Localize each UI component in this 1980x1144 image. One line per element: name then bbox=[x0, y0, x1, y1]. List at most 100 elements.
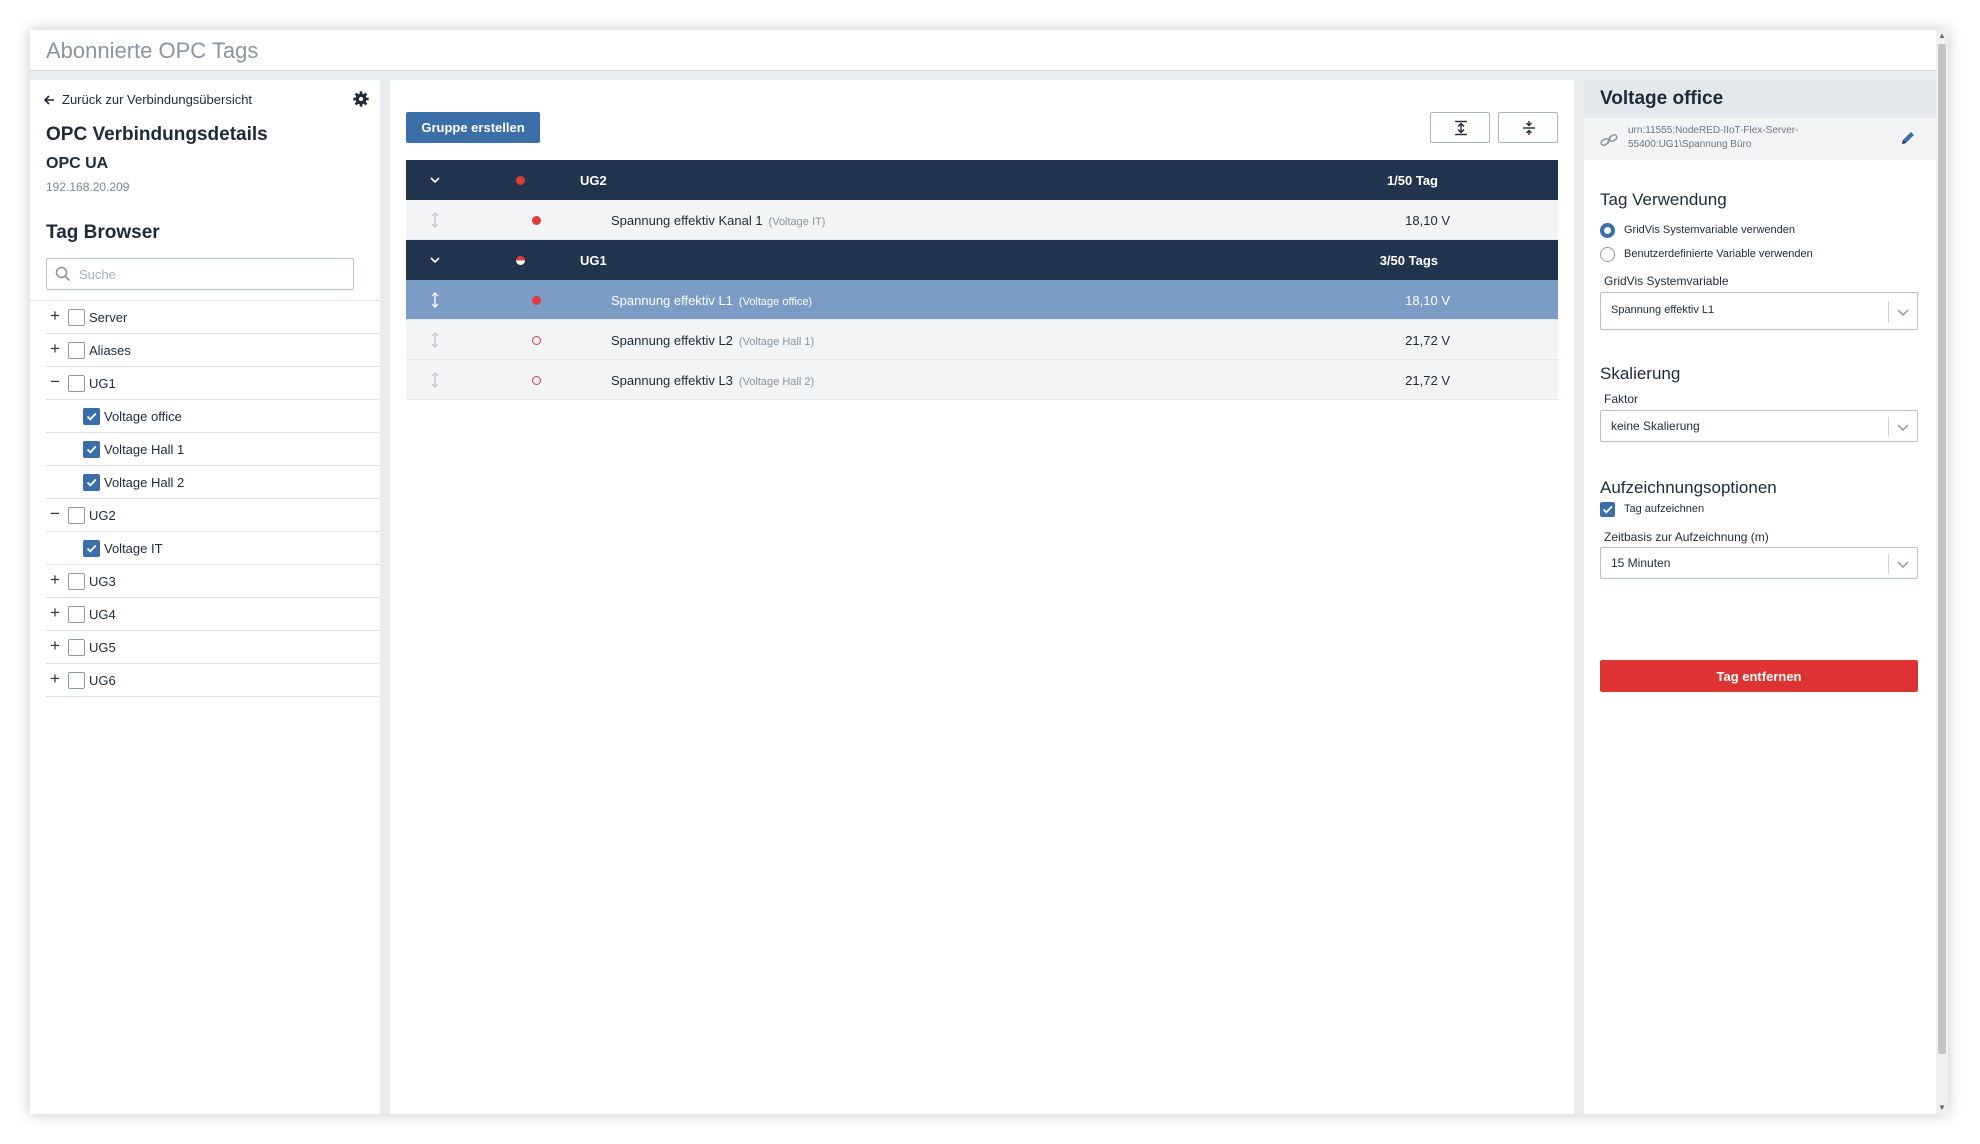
tree-item[interactable]: + UG4 bbox=[46, 598, 380, 631]
scroll-up-arrow-icon[interactable]: ▲ bbox=[1936, 30, 1948, 42]
group-row[interactable]: UG1 3/50 Tags bbox=[406, 240, 1558, 280]
tree-checkbox[interactable] bbox=[83, 474, 100, 491]
create-group-button[interactable]: Gruppe erstellen bbox=[406, 112, 540, 143]
tree-checkbox[interactable] bbox=[68, 639, 85, 656]
pencil-icon[interactable] bbox=[1900, 130, 1916, 146]
select-separator bbox=[1888, 554, 1889, 574]
remove-tag-button[interactable]: Tag entfernen bbox=[1600, 660, 1918, 692]
drag-handle-icon[interactable] bbox=[430, 212, 440, 228]
tree-checkbox[interactable] bbox=[68, 573, 85, 590]
tag-row[interactable]: Spannung effektiv Kanal 1 (Voltage IT) 18,… bbox=[406, 200, 1558, 240]
tree-checkbox[interactable] bbox=[83, 540, 100, 557]
tree-item[interactable]: Voltage office bbox=[46, 400, 380, 433]
tree-item[interactable]: + UG6 bbox=[46, 664, 380, 697]
select-separator bbox=[1888, 417, 1889, 437]
drag-handle-icon[interactable] bbox=[430, 372, 440, 388]
chevron-down-icon bbox=[1897, 561, 1909, 568]
tree-item[interactable]: + UG3 bbox=[46, 565, 380, 598]
details-title: Voltage office bbox=[1600, 88, 1724, 109]
back-link[interactable]: Zurück zur Verbindungsübersicht bbox=[42, 92, 252, 107]
page-title: Abonnierte OPC Tags bbox=[46, 38, 259, 63]
tree-checkbox[interactable] bbox=[68, 375, 85, 392]
tag-alias: (Voltage office) bbox=[738, 296, 813, 308]
tree-item-label: Voltage office bbox=[104, 409, 182, 424]
tag-value: 21,72 V bbox=[1405, 373, 1450, 388]
expand-icon[interactable]: + bbox=[48, 340, 62, 357]
tree-checkbox[interactable] bbox=[68, 606, 85, 623]
back-link-label: Zurück zur Verbindungsübersicht bbox=[62, 92, 253, 107]
tree-item-label: Voltage IT bbox=[104, 541, 163, 556]
expand-all-button[interactable] bbox=[1430, 112, 1490, 143]
recording-section-title: Aufzeichnungsoptionen bbox=[1600, 478, 1777, 497]
tree-checkbox[interactable] bbox=[68, 309, 85, 326]
tree-item[interactable]: + Server bbox=[46, 301, 380, 334]
tree-item[interactable]: Voltage Hall 1 bbox=[46, 433, 380, 466]
timebase-select[interactable]: 15 Minuten bbox=[1600, 547, 1918, 579]
factor-select[interactable]: keine Skalierung bbox=[1600, 410, 1918, 442]
drag-handle-icon[interactable] bbox=[430, 292, 440, 308]
connection-panel: Zurück zur Verbindungsübersicht OPC Verb… bbox=[30, 80, 380, 1114]
tree-item[interactable]: Voltage IT bbox=[46, 532, 380, 565]
radio-system-variable-label: GridVis Systemvariable verwenden bbox=[1624, 224, 1795, 236]
expand-icon[interactable]: + bbox=[48, 571, 62, 588]
tree-checkbox[interactable] bbox=[83, 408, 100, 425]
tree-item[interactable]: Voltage Hall 2 bbox=[46, 466, 380, 499]
search-icon bbox=[55, 266, 71, 282]
tag-row[interactable]: Spannung effektiv L3 (Voltage Hall 2) 21,7… bbox=[406, 360, 1558, 400]
checkmark-icon bbox=[1602, 505, 1613, 514]
tag-name-text: Spannung effektiv Kanal 1 bbox=[611, 213, 763, 228]
checkmark-icon bbox=[86, 544, 97, 553]
chevron-down-icon[interactable] bbox=[428, 253, 442, 267]
tag-name-text: Spannung effektiv L1 bbox=[611, 293, 733, 308]
tag-name: Spannung effektiv L2 (Voltage Hall 1) bbox=[611, 333, 814, 348]
radio-custom-variable-label: Benutzerdefinierte Variable verwenden bbox=[1624, 248, 1813, 260]
tree-checkbox[interactable] bbox=[68, 672, 85, 689]
tree-item[interactable]: − UG1 bbox=[46, 367, 380, 400]
tag-details-panel: Voltage office urn:11555:NodeRED-IIoT-Fl… bbox=[1584, 80, 1936, 1114]
tag-name: Spannung effektiv Kanal 1 (Voltage IT) bbox=[611, 213, 825, 228]
title-bar: Abonnierte OPC Tags bbox=[30, 30, 1936, 71]
window-scrollbar[interactable]: ▲ ▼ bbox=[1936, 30, 1948, 1114]
subscribed-tags-panel: Gruppe erstellen UG2 1/50 Tag Spannung eff… bbox=[390, 80, 1574, 1114]
radio-system-variable[interactable] bbox=[1600, 223, 1615, 238]
tag-name: Spannung effektiv L1 (Voltage office) bbox=[611, 293, 812, 308]
tree-item-label: Voltage Hall 1 bbox=[104, 442, 185, 457]
chevron-down-icon[interactable] bbox=[428, 173, 442, 187]
tag-alias: (Voltage IT) bbox=[768, 216, 826, 228]
collapse-icon[interactable]: − bbox=[48, 505, 62, 522]
tree-item[interactable]: + UG5 bbox=[46, 631, 380, 664]
expand-icon[interactable]: + bbox=[48, 604, 62, 621]
drag-handle-icon[interactable] bbox=[430, 332, 440, 348]
tree-checkbox[interactable] bbox=[83, 441, 100, 458]
tree-item-label: UG2 bbox=[89, 508, 116, 523]
scroll-down-arrow-icon[interactable]: ▼ bbox=[1936, 1102, 1948, 1114]
tree-checkbox[interactable] bbox=[68, 507, 85, 524]
factor-label: Faktor bbox=[1604, 392, 1639, 406]
search-input[interactable] bbox=[79, 263, 339, 285]
collapse-icon[interactable]: − bbox=[48, 373, 62, 390]
link-icon bbox=[1600, 134, 1618, 146]
tag-alias: (Voltage Hall 1) bbox=[738, 336, 815, 348]
radio-custom-variable[interactable] bbox=[1600, 247, 1615, 262]
expand-icon[interactable]: + bbox=[48, 670, 62, 687]
system-variable-value: Spannung effektiv L1 bbox=[1611, 304, 1715, 316]
tag-row[interactable]: Spannung effektiv L2 (Voltage Hall 1) 21,7… bbox=[406, 320, 1558, 360]
status-dot-icon bbox=[532, 336, 541, 345]
tag-row[interactable]: Spannung effektiv L1 (Voltage office) 18,1… bbox=[406, 280, 1558, 320]
tag-value: 18,10 V bbox=[1405, 293, 1450, 308]
expand-icon[interactable]: + bbox=[48, 307, 62, 324]
gear-icon[interactable] bbox=[352, 90, 370, 108]
group-row[interactable]: UG2 1/50 Tag bbox=[406, 160, 1558, 200]
urn-row: urn:11555:NodeRED-IIoT-Flex-Server-55400… bbox=[1584, 118, 1936, 160]
tree-item[interactable]: − UG2 bbox=[46, 499, 380, 532]
tree-item[interactable]: + Aliases bbox=[46, 334, 380, 367]
search-box[interactable] bbox=[46, 258, 354, 290]
tree-checkbox[interactable] bbox=[68, 342, 85, 359]
system-variable-select[interactable]: Spannung effektiv L1 bbox=[1600, 292, 1918, 330]
collapse-all-button[interactable] bbox=[1498, 112, 1558, 143]
scrollbar-thumb[interactable] bbox=[1938, 44, 1946, 1054]
tag-name: Spannung effektiv L3 (Voltage Hall 2) bbox=[611, 373, 814, 388]
expand-icon[interactable]: + bbox=[48, 637, 62, 654]
tree-item-label: Voltage Hall 2 bbox=[104, 475, 185, 490]
record-tag-checkbox[interactable] bbox=[1600, 502, 1615, 517]
